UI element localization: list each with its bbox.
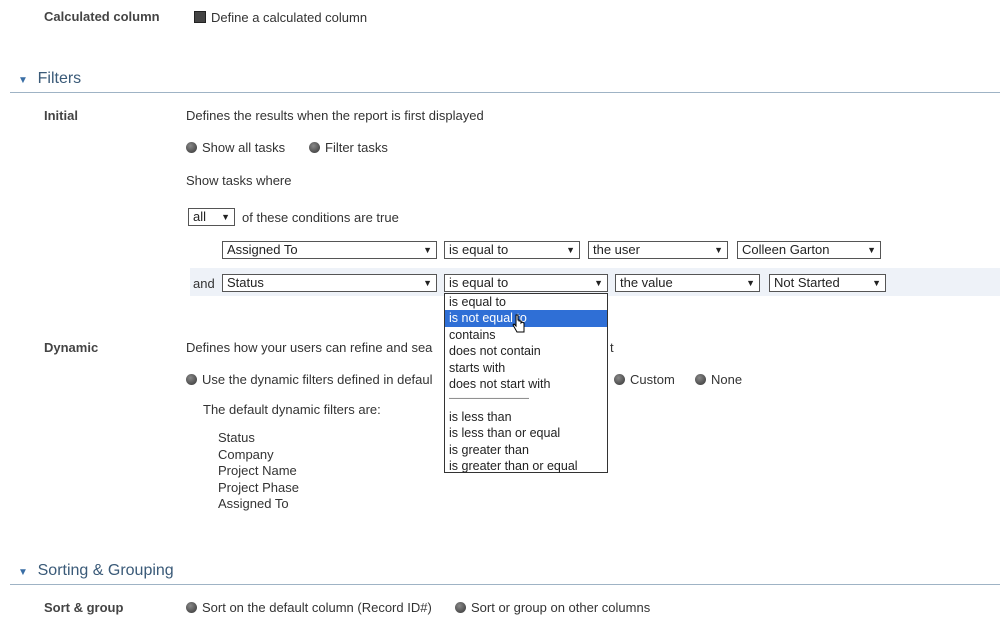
dropdown-option[interactable]: contains (445, 327, 607, 343)
match-select-value: all (193, 209, 207, 224)
condition-1-field: Assigned To (227, 242, 298, 257)
conditions-text: of these conditions are true (242, 210, 399, 225)
radio-dynamic-none[interactable]: None (695, 372, 742, 387)
condition-2-kind-select[interactable]: the value ▼ (615, 274, 760, 292)
radio-sort-default[interactable]: Sort on the default column (Record ID#) (186, 600, 432, 615)
dropdown-arrow-icon: ▼ (594, 278, 603, 288)
condition-2-kind: the value (620, 275, 673, 290)
dropdown-arrow-icon: ▼ (423, 278, 432, 288)
condition-1-kind-select[interactable]: the user ▼ (588, 241, 728, 259)
dropdown-option[interactable]: is equal to (445, 294, 607, 310)
condition-1-field-select[interactable]: Assigned To ▼ (222, 241, 437, 259)
dropdown-option[interactable]: is greater than or equal (445, 458, 607, 474)
checkbox-icon[interactable] (194, 11, 206, 23)
filters-title: Filters (37, 70, 82, 87)
condition-2-value-select[interactable]: Not Started ▼ (769, 274, 886, 292)
calculated-column-option[interactable]: Define a calculated column (194, 10, 367, 25)
radio-icon[interactable] (309, 142, 320, 153)
initial-description: Defines the results when the report is f… (186, 108, 484, 123)
condition-1-kind: the user (593, 242, 640, 257)
list-item: Assigned To (218, 496, 289, 511)
calculated-column-label: Calculated column (44, 9, 160, 24)
dropdown-arrow-icon: ▼ (566, 245, 575, 255)
dropdown-separator: ———————— (449, 393, 529, 405)
condition-2-operator-select[interactable]: is equal to ▼ (444, 274, 608, 292)
radio-dynamic-default-label: Use the dynamic filters defined in defau… (202, 372, 433, 387)
condition-2-field: Status (227, 275, 264, 290)
hand-cursor-icon (512, 314, 525, 333)
initial-label: Initial (44, 108, 78, 123)
dropdown-option[interactable]: is less than (445, 409, 607, 425)
radio-show-all-label: Show all tasks (202, 140, 286, 155)
dropdown-arrow-icon: ▼ (746, 278, 755, 288)
condition-1-value-select[interactable]: Colleen Garton ▼ (737, 241, 881, 259)
radio-show-all-tasks[interactable]: Show all tasks (186, 140, 285, 155)
dropdown-option[interactable]: starts with (445, 360, 607, 376)
radio-dynamic-default[interactable]: Use the dynamic filters defined in defau… (186, 372, 433, 387)
radio-filter-tasks[interactable]: Filter tasks (309, 140, 388, 155)
dropdown-arrow-icon: ▼ (867, 245, 876, 255)
dropdown-option[interactable]: is less than or equal (445, 425, 607, 441)
condition-2-conjunction: and (193, 276, 215, 291)
sort-group-label: Sort & group (44, 600, 124, 615)
dropdown-option[interactable]: does not contain (445, 343, 607, 359)
radio-icon[interactable] (695, 374, 706, 385)
radio-icon[interactable] (186, 142, 197, 153)
default-dynamic-filters-list: Status Company Project Name Project Phas… (218, 430, 299, 513)
dropdown-arrow-icon: ▼ (872, 278, 881, 288)
operator-dropdown-list[interactable]: is equal to is not equal to contains doe… (444, 293, 608, 473)
dropdown-option-highlighted[interactable]: is not equal to (445, 310, 607, 327)
radio-sort-other[interactable]: Sort or group on other columns (455, 600, 650, 615)
dropdown-option[interactable]: does not start with (445, 376, 607, 392)
dropdown-arrow-icon: ▼ (221, 212, 230, 222)
radio-sort-other-label: Sort or group on other columns (471, 600, 651, 615)
radio-none-label: None (711, 372, 743, 387)
default-dynamic-filters-text: The default dynamic filters are: (203, 402, 381, 417)
radio-icon[interactable] (186, 602, 197, 613)
dropdown-arrow-icon: ▼ (714, 245, 723, 255)
radio-icon[interactable] (455, 602, 466, 613)
radio-icon[interactable] (614, 374, 625, 385)
match-select[interactable]: all ▼ (188, 208, 235, 226)
radio-sort-default-label: Sort on the default column (Record ID#) (202, 600, 432, 615)
dynamic-description-end: t (610, 340, 614, 355)
sorting-section-header[interactable]: ▼ Sorting & Grouping (18, 562, 174, 580)
radio-custom-label: Custom (630, 372, 675, 387)
show-tasks-where: Show tasks where (186, 173, 292, 188)
radio-filter-label: Filter tasks (325, 140, 388, 155)
filters-divider (10, 92, 1000, 93)
calculated-checkbox-label: Define a calculated column (211, 10, 368, 25)
sorting-title: Sorting & Grouping (37, 562, 174, 579)
chevron-down-icon[interactable]: ▼ (18, 567, 28, 578)
radio-icon[interactable] (186, 374, 197, 385)
list-item: Status (218, 430, 255, 445)
condition-1-operator-select[interactable]: is equal to ▼ (444, 241, 580, 259)
condition-1-value: Colleen Garton (742, 242, 830, 257)
dynamic-description: Defines how your users can refine and se… (186, 340, 433, 355)
dropdown-option[interactable]: is greater than (445, 442, 607, 458)
list-item: Project Name (218, 463, 297, 478)
dynamic-label: Dynamic (44, 340, 99, 355)
condition-2-operator: is equal to (449, 275, 509, 290)
radio-dynamic-custom[interactable]: Custom (614, 372, 675, 387)
condition-2-value: Not Started (774, 275, 840, 290)
chevron-down-icon[interactable]: ▼ (18, 75, 28, 86)
condition-2-field-select[interactable]: Status ▼ (222, 274, 437, 292)
dropdown-arrow-icon: ▼ (423, 245, 432, 255)
sorting-divider (10, 584, 1000, 585)
condition-1-operator: is equal to (449, 242, 509, 257)
filters-section-header[interactable]: ▼ Filters (18, 70, 81, 88)
list-item: Project Phase (218, 479, 299, 495)
list-item: Company (218, 446, 274, 462)
